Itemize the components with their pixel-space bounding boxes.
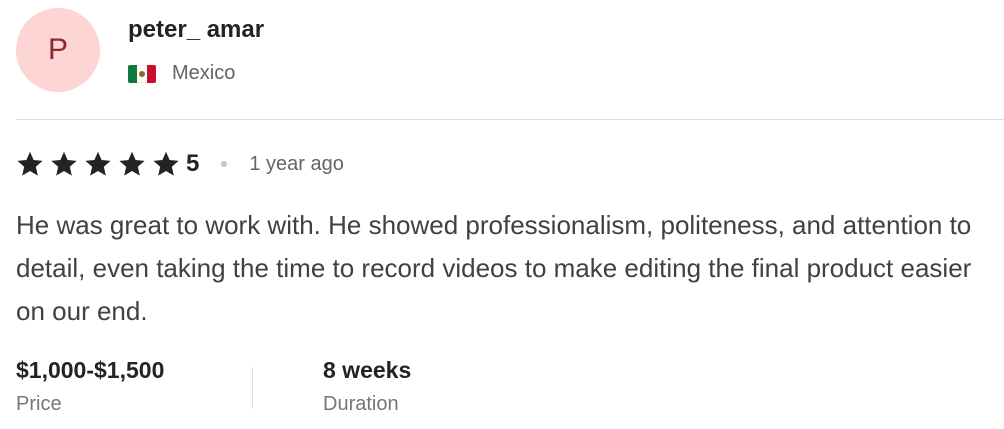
star-icon	[118, 150, 146, 178]
reviewer-name[interactable]: peter_ amar	[128, 16, 264, 44]
star-icon	[152, 150, 180, 178]
star-icon	[16, 150, 44, 178]
avatar-initial: P	[47, 33, 68, 66]
country-name: Mexico	[172, 62, 236, 84]
mexico-flag-icon	[128, 64, 156, 83]
duration-value: 8 weeks	[323, 357, 412, 383]
star-icon	[50, 150, 78, 178]
avatar[interactable]: P	[16, 8, 100, 92]
details-separator	[252, 367, 253, 409]
divider	[16, 119, 1004, 120]
separator-dot	[221, 161, 228, 167]
duration-label: Duration	[323, 393, 399, 415]
rating-value: 5	[186, 150, 200, 177]
star-icon	[84, 150, 112, 178]
price-detail: $1,000-$1,500 Price	[16, 355, 252, 416]
rating-row: 5 1 year ago	[16, 148, 344, 180]
review-card: P peter_ amar Mexico 5 1 year ago He was…	[0, 0, 1004, 429]
reviewer-country: Mexico	[128, 62, 264, 85]
review-time: 1 year ago	[249, 152, 344, 175]
review-details: $1,000-$1,500 Price 8 weeks Duration	[16, 355, 559, 416]
star-rating	[16, 150, 186, 178]
price-value: $1,000-$1,500	[16, 357, 165, 383]
duration-detail: 8 weeks Duration	[323, 355, 559, 416]
review-text: He was great to work with. He showed pro…	[16, 210, 972, 326]
reviewer-info: peter_ amar Mexico	[128, 8, 264, 85]
reviewer-header: P peter_ amar Mexico	[16, 8, 264, 92]
price-label: Price	[16, 393, 62, 415]
